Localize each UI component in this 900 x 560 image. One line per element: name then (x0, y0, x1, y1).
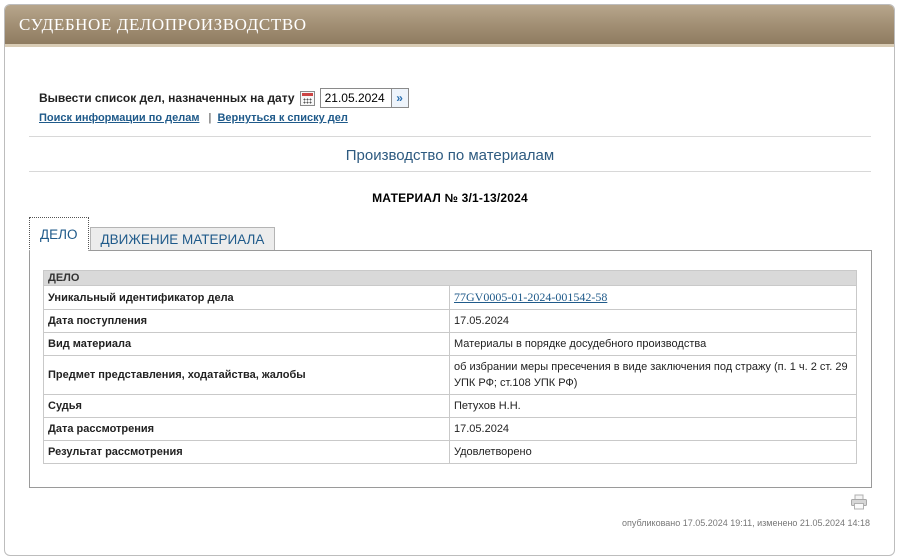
row-key: Результат рассмотрения (43, 440, 450, 464)
row-key: Уникальный идентификатор дела (43, 285, 450, 310)
table-header-row: ДЕЛО (43, 270, 857, 286)
page-frame: СУДЕБНОЕ ДЕЛОПРОИЗВОДСТВО Вывести список… (4, 4, 895, 556)
tab-panel: ДЕЛО Уникальный идентификатор дела 77GV0… (29, 250, 872, 488)
divider-top (29, 136, 871, 137)
table-row: Дата рассмотрения 17.05.2024 (43, 417, 857, 441)
row-value: 17.05.2024 (449, 309, 857, 333)
row-key: Дата рассмотрения (43, 417, 450, 441)
calendar-icon[interactable] (299, 90, 315, 106)
case-id-link[interactable]: 77GV0005-01-2024-001542-58 (454, 290, 607, 304)
row-key: Вид материала (43, 332, 450, 356)
go-button[interactable]: » (391, 88, 409, 108)
table-header: ДЕЛО (43, 270, 857, 286)
table-row: Судья Петухов Н.Н. (43, 394, 857, 418)
row-value: об избрании меры пресечения в виде заклю… (449, 355, 857, 395)
section-title: Производство по материалам (345, 147, 555, 164)
nav-links: Поиск информации по делам | Вернуться к … (39, 112, 348, 124)
row-value: Удовлетворено (449, 440, 857, 464)
table-row: Результат рассмотрения Удовлетворено (43, 440, 857, 464)
date-filter: Вывести список дел, назначенных на дату … (39, 88, 409, 108)
site-header: СУДЕБНОЕ ДЕЛОПРОИЗВОДСТВО (5, 5, 894, 47)
date-filter-label: Вывести список дел, назначенных на дату (39, 91, 295, 105)
date-input[interactable] (319, 88, 392, 108)
row-value: Материалы в порядке досудебного производ… (449, 332, 857, 356)
row-value: 17.05.2024 (449, 417, 857, 441)
row-key: Дата поступления (43, 309, 450, 333)
tab-material-movement[interactable]: ДВИЖЕНИЕ МАТЕРИАЛА (89, 227, 276, 251)
search-cases-link[interactable]: Поиск информации по делам (39, 112, 199, 124)
row-key: Предмет представления, ходатайства, жало… (43, 355, 450, 395)
tab-case[interactable]: ДЕЛО (29, 217, 89, 251)
row-value: Петухов Н.Н. (449, 394, 857, 418)
print-icon[interactable] (850, 494, 868, 510)
table-row: Дата поступления 17.05.2024 (43, 309, 857, 333)
tab-bar: ДЕЛО ДВИЖЕНИЕ МАТЕРИАЛА (29, 217, 276, 251)
publish-info: опубликовано 17.05.2024 19:11, изменено … (622, 518, 870, 528)
header-title: СУДЕБНОЕ ДЕЛОПРОИЗВОДСТВО (19, 14, 307, 34)
table-row: Уникальный идентификатор дела 77GV0005-0… (43, 285, 857, 310)
back-to-list-link[interactable]: Вернуться к списку дел (217, 112, 347, 124)
link-separator: | (208, 112, 212, 124)
divider-bottom (29, 171, 871, 172)
row-value: 77GV0005-01-2024-001542-58 (449, 285, 857, 310)
table-row: Вид материала Материалы в порядке досуде… (43, 332, 857, 356)
row-key: Судья (43, 394, 450, 418)
material-title: МАТЕРИАЛ № 3/1-13/2024 (372, 191, 528, 205)
case-table: ДЕЛО Уникальный идентификатор дела 77GV0… (43, 270, 857, 464)
table-row: Предмет представления, ходатайства, жало… (43, 355, 857, 395)
